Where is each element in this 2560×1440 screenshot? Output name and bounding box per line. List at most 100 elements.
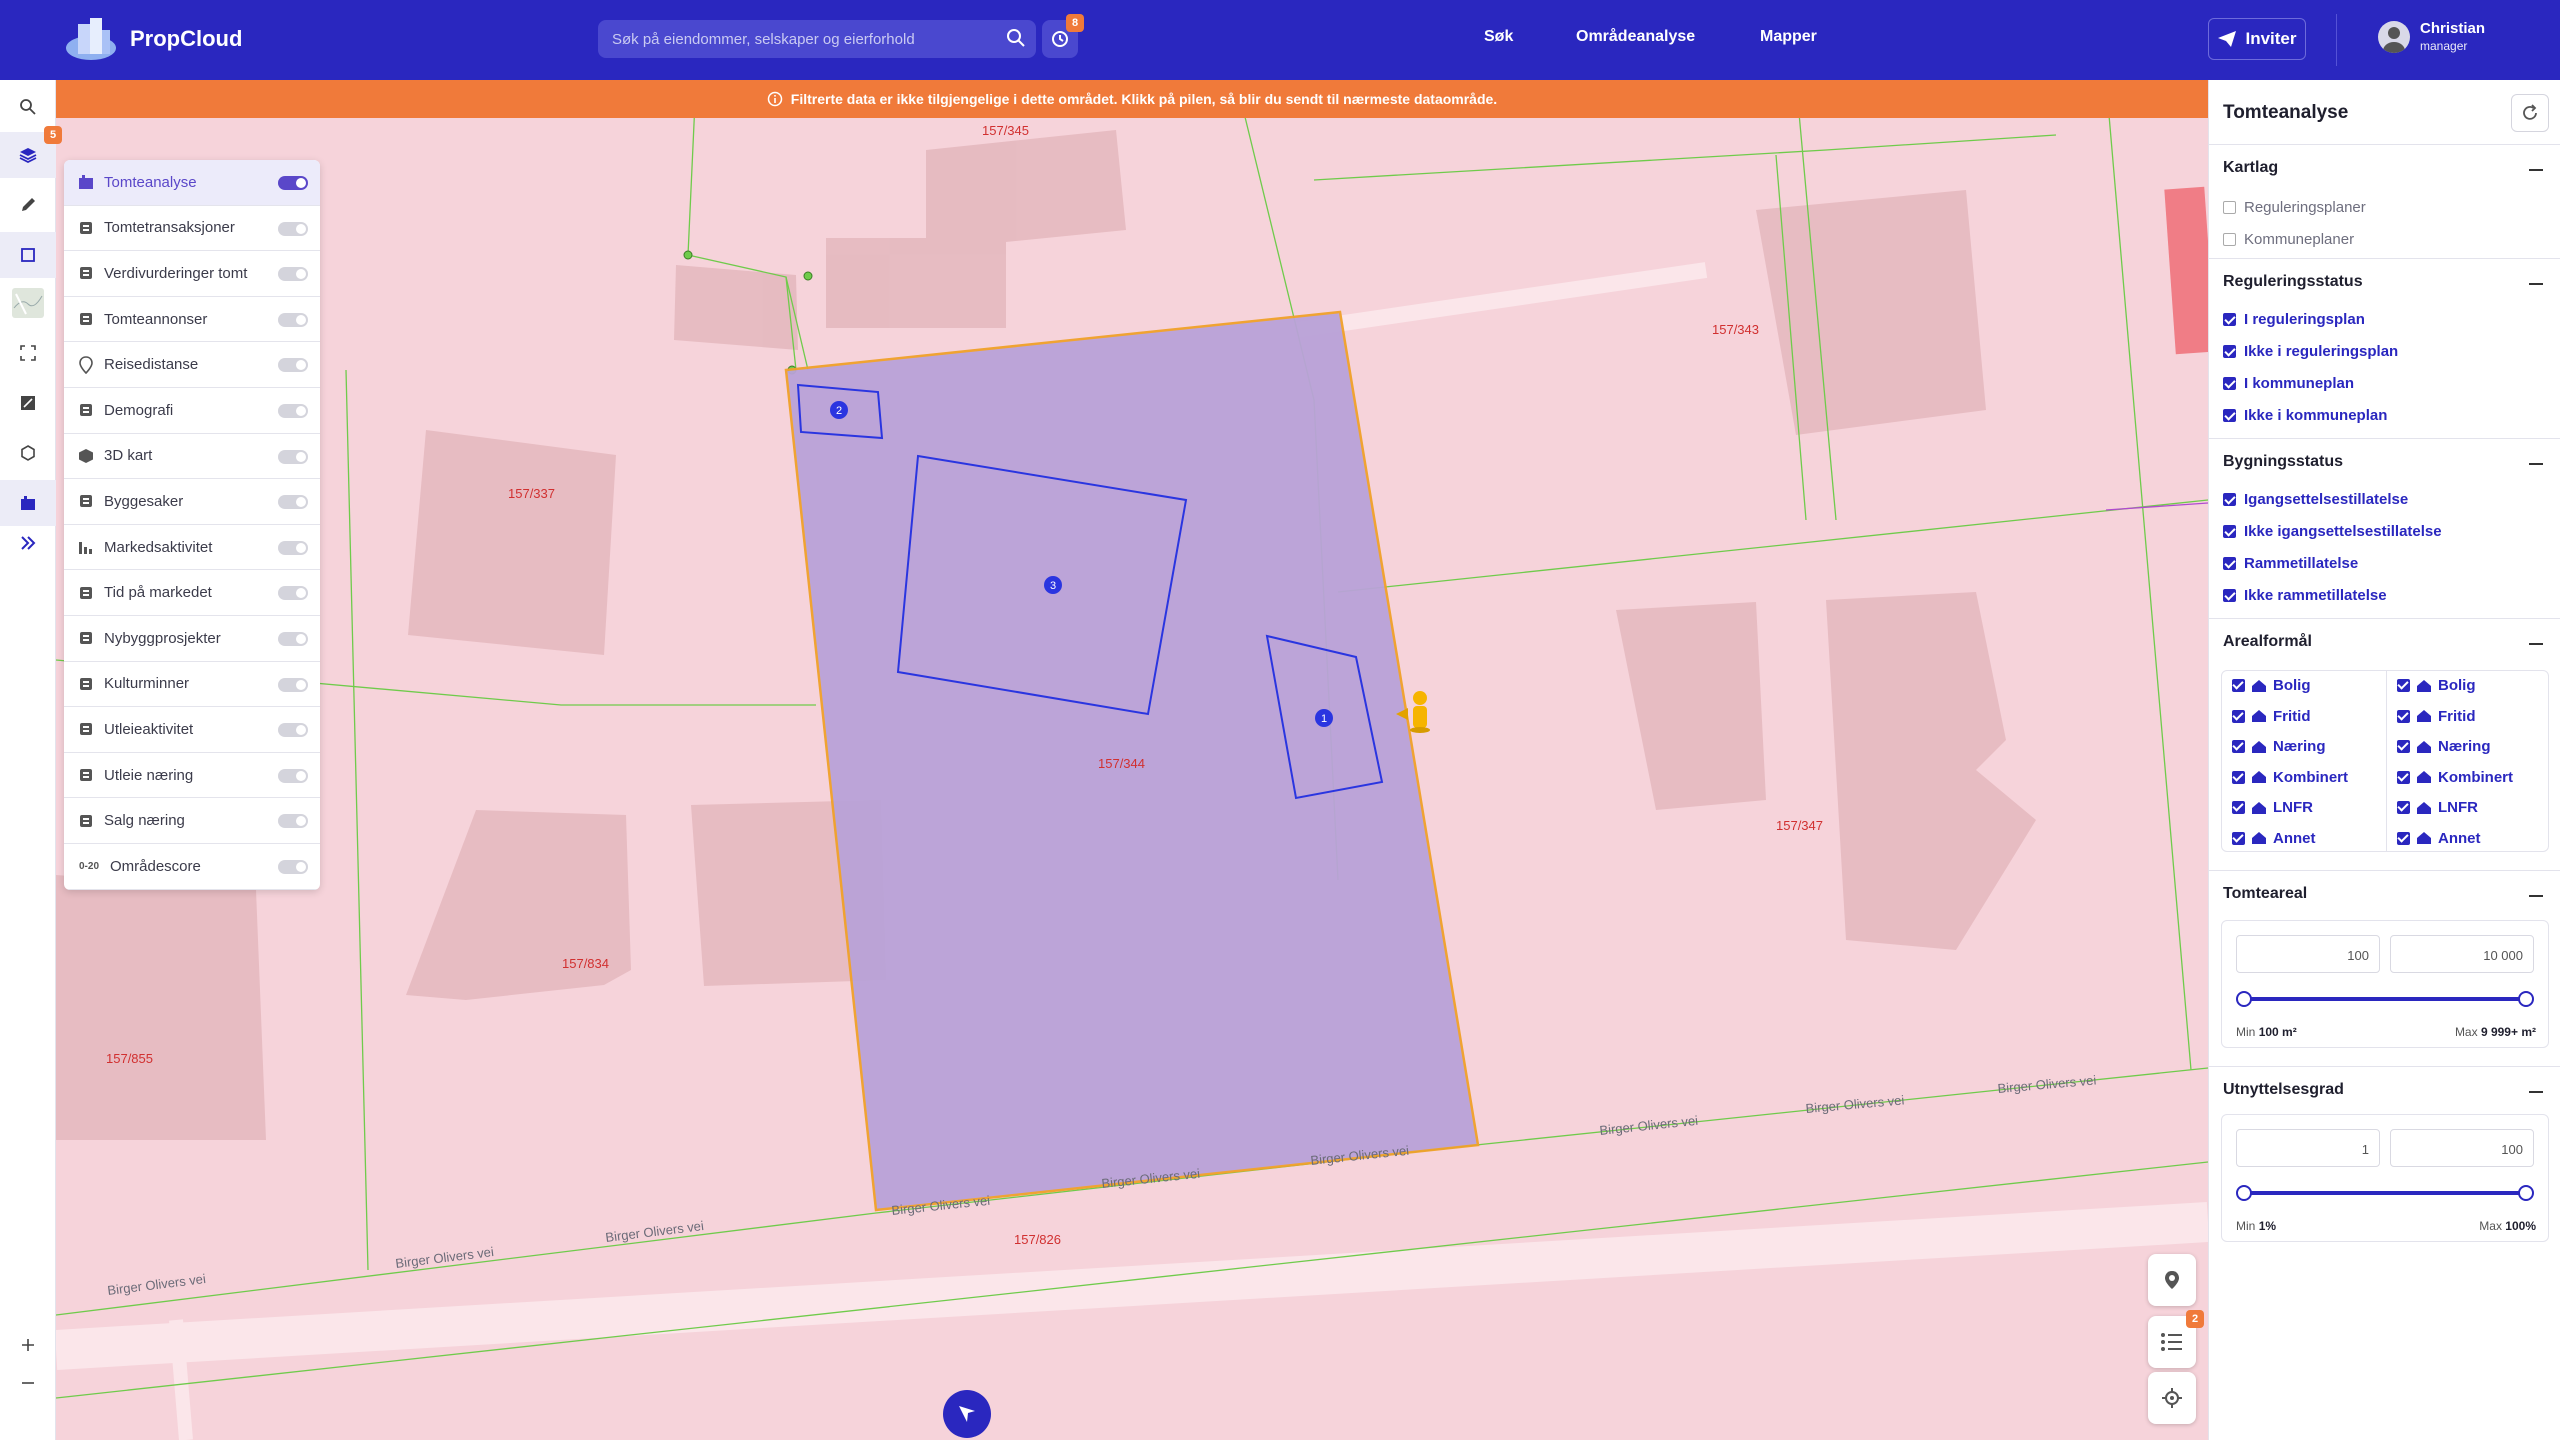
tool-expand[interactable] — [0, 520, 56, 566]
cube-icon — [76, 446, 96, 466]
layer-item[interactable]: Tomtetransaksjoner — [64, 206, 320, 252]
checkbox-ikke-i-kommuneplan[interactable]: Ikke i kommuneplan — [2223, 407, 2387, 424]
checkbox-areal-bolig[interactable]: Bolig — [2397, 677, 2476, 694]
my-location-button[interactable] — [2148, 1372, 2196, 1424]
checkbox-areal-fritid[interactable]: Fritid — [2232, 708, 2311, 725]
checkbox-areal-annet[interactable]: Annet — [2232, 830, 2316, 847]
utnyttelsesgrad-min-handle[interactable] — [2236, 1185, 2252, 1201]
checkbox-ikke-rammetillatelse[interactable]: Ikke rammetillatelse — [2223, 587, 2387, 604]
layer-item[interactable]: Tomteanalyse — [64, 160, 320, 206]
checkbox-kommuneplaner[interactable]: Kommuneplaner — [2223, 231, 2354, 248]
checkbox-areal-lnfr[interactable]: LNFR — [2397, 799, 2478, 816]
tool-area[interactable] — [0, 232, 56, 278]
layer-toggle[interactable] — [278, 723, 308, 738]
tool-measure[interactable] — [0, 380, 56, 426]
layer-item[interactable]: Salg næring — [64, 798, 320, 844]
tool-basemap[interactable] — [0, 280, 56, 326]
checkbox-areal-kombinert[interactable]: Kombinert — [2397, 769, 2513, 786]
collapse-minus-icon[interactable] — [2529, 283, 2543, 285]
layer-item[interactable]: 0-20 Områdescore — [64, 844, 320, 890]
layer-item[interactable]: Tid på markedet — [64, 570, 320, 616]
checkbox-i-kommuneplan[interactable]: I kommuneplan — [2223, 375, 2354, 392]
layer-item[interactable]: 3D kart — [64, 434, 320, 480]
listings-icon — [76, 309, 96, 329]
search-icon[interactable] — [1006, 28, 1026, 52]
tomteareal-slider-track[interactable] — [2244, 997, 2526, 1001]
layer-toggle[interactable] — [278, 586, 308, 601]
map-canvas[interactable]: 1 2 3 157/345 157/343 157/337 157/344 15… — [56, 80, 2208, 1440]
checkbox-areal-næring[interactable]: Næring — [2397, 738, 2491, 755]
checkbox-areal-annet[interactable]: Annet — [2397, 830, 2481, 847]
layer-toggle[interactable] — [278, 677, 308, 692]
map-svg: 1 2 3 157/345 157/343 157/337 157/344 15… — [56, 80, 2208, 1440]
tomteareal-max-label: Max 9 999+ m² — [2454, 1025, 2536, 1039]
layer-item[interactable]: Tomteannonser — [64, 297, 320, 343]
invite-button[interactable]: Inviter — [2208, 18, 2306, 60]
layer-item[interactable]: Byggesaker — [64, 479, 320, 525]
checkbox-areal-næring[interactable]: Næring — [2232, 738, 2326, 755]
checkbox-ikke-i-reguleringsplan[interactable]: Ikke i reguleringsplan — [2223, 343, 2398, 360]
layer-toggle[interactable] — [278, 859, 308, 874]
layer-item[interactable]: Kulturminner — [64, 662, 320, 708]
search-input[interactable] — [612, 30, 992, 48]
checkbox-areal-fritid[interactable]: Fritid — [2397, 708, 2476, 725]
nav-sok[interactable]: Søk — [1484, 28, 1513, 46]
layer-toggle[interactable] — [278, 358, 308, 373]
layer-item[interactable]: Reisedistanse — [64, 342, 320, 388]
layer-toggle[interactable] — [278, 312, 308, 327]
utnyttelsesgrad-max-handle[interactable] — [2518, 1185, 2534, 1201]
collapse-minus-icon[interactable] — [2529, 1091, 2543, 1093]
layer-toggle[interactable] — [278, 221, 308, 236]
layer-toggle[interactable] — [278, 495, 308, 510]
navigate-button[interactable] — [943, 1390, 991, 1438]
collapse-minus-icon[interactable] — [2529, 463, 2543, 465]
layer-toggle[interactable] — [278, 449, 308, 464]
tomteareal-min-input[interactable]: 100 — [2236, 935, 2380, 973]
collapse-minus-icon[interactable] — [2529, 643, 2543, 645]
user-menu[interactable]: Christian manager — [2378, 20, 2485, 54]
utnyttelsesgrad-max-input[interactable]: 100 — [2390, 1129, 2534, 1167]
checkbox-areal-kombinert[interactable]: Kombinert — [2232, 769, 2348, 786]
checkbox-igangsettelsestillatelse[interactable]: Igangsettelsestillatelse — [2223, 491, 2408, 508]
checkbox-ikke-igangsettelsestillatelse[interactable]: Ikke igangsettelsestillatelse — [2223, 523, 2442, 540]
tomteareal-min-handle[interactable] — [2236, 991, 2252, 1007]
layer-toggle[interactable] — [278, 540, 308, 555]
layer-item[interactable]: Utleie næring — [64, 753, 320, 799]
checkbox-areal-lnfr[interactable]: LNFR — [2232, 799, 2313, 816]
logo[interactable]: PropCloud — [64, 16, 242, 62]
collapse-minus-icon[interactable] — [2529, 895, 2543, 897]
layer-toggle[interactable] — [278, 768, 308, 783]
tool-polygon[interactable] — [0, 430, 56, 476]
layer-item[interactable]: Markedsaktivitet — [64, 525, 320, 571]
layer-toggle[interactable] — [278, 403, 308, 418]
zoom-out-button[interactable] — [0, 1360, 56, 1406]
refresh-button[interactable] — [2511, 94, 2549, 132]
layer-item[interactable]: Utleieaktivitet — [64, 707, 320, 753]
layer-toggle[interactable] — [278, 631, 308, 646]
layer-toggle[interactable] — [278, 176, 308, 190]
utnyttelsesgrad-min-input[interactable]: 1 — [2236, 1129, 2380, 1167]
search-bar[interactable] — [598, 20, 1036, 58]
checkbox-rammetillatelse[interactable]: Rammetillatelse — [2223, 555, 2358, 572]
nav-omradeanalyse[interactable]: Områdeanalyse — [1576, 28, 1695, 46]
layer-item[interactable]: Nybyggprosjekter — [64, 616, 320, 662]
location-marker-button[interactable] — [2148, 1254, 2196, 1306]
tomteareal-max-handle[interactable] — [2518, 991, 2534, 1007]
collapse-minus-icon[interactable] — [2529, 169, 2543, 171]
history-button[interactable]: 8 — [1042, 14, 1084, 58]
checkbox-areal-bolig[interactable]: Bolig — [2232, 677, 2311, 694]
checkbox-reguleringsplaner[interactable]: Reguleringsplaner — [2223, 199, 2366, 216]
tool-draw[interactable] — [0, 182, 56, 228]
utnyttelsesgrad-slider-track[interactable] — [2244, 1191, 2526, 1195]
layer-item[interactable]: Demografi — [64, 388, 320, 434]
layer-toggle[interactable] — [278, 814, 308, 829]
checkbox-i-reguleringsplan[interactable]: I reguleringsplan — [2223, 311, 2365, 328]
tomteareal-min-label: Min 100 m² — [2236, 1025, 2297, 1039]
tool-search[interactable] — [0, 84, 56, 130]
layer-toggle[interactable] — [278, 267, 308, 282]
info-banner[interactable]: Filtrerte data er ikke tilgjengelige i d… — [56, 80, 2208, 118]
layer-item[interactable]: Verdivurderinger tomt — [64, 251, 320, 297]
tool-fullscreen[interactable] — [0, 330, 56, 376]
tomteareal-max-input[interactable]: 10 000 — [2390, 935, 2534, 973]
nav-mapper[interactable]: Mapper — [1760, 28, 1817, 46]
